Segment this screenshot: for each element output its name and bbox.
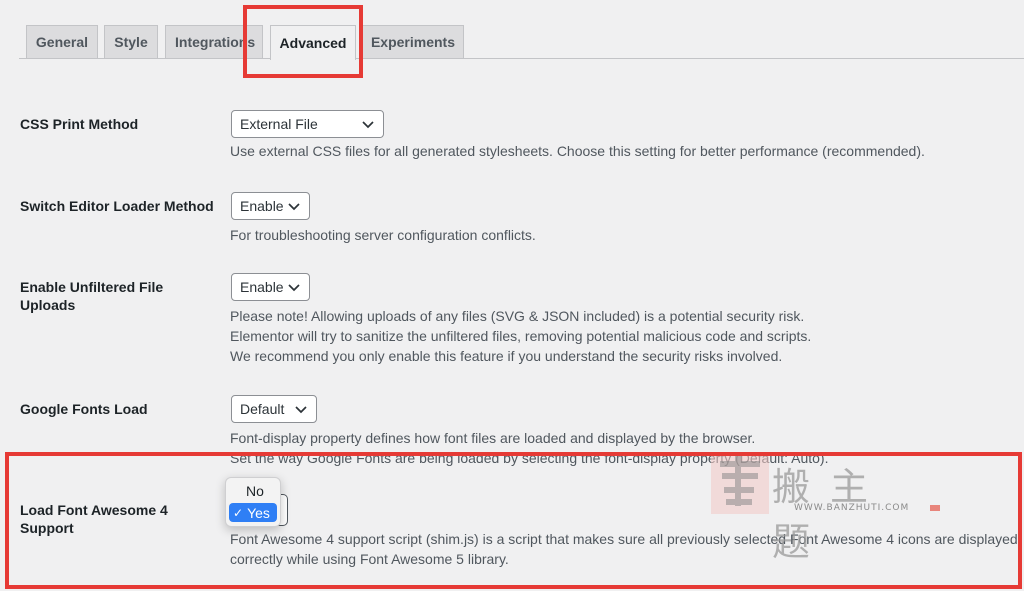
tab-experiments[interactable]: Experiments <box>362 25 464 58</box>
unfiltered-uploads-label-line1: Enable Unfiltered File <box>20 279 164 295</box>
unfiltered-uploads-description-3: We recommend you only enable this featur… <box>230 348 783 364</box>
unfiltered-uploads-select[interactable]: Enable <box>231 273 310 301</box>
css-print-method-description: Use external CSS files for all generated… <box>230 143 925 159</box>
font-awesome-label: Load Font Awesome 4 Support <box>20 501 210 537</box>
tab-advanced[interactable]: Advanced <box>270 25 356 60</box>
unfiltered-uploads-label-line2: Uploads <box>20 297 76 313</box>
google-fonts-value: Default <box>240 401 285 417</box>
editor-loader-select[interactable]: Enable <box>231 192 310 220</box>
chevron-down-icon <box>288 284 300 292</box>
google-fonts-label: Google Fonts Load <box>20 401 148 417</box>
option-yes-label: Yes <box>247 504 270 521</box>
unfiltered-uploads-value: Enable <box>240 279 284 295</box>
editor-loader-description: For troubleshooting server configuration… <box>230 227 536 243</box>
google-fonts-select[interactable]: Default <box>231 395 317 423</box>
settings-tabs: General Style Integrations Advanced Expe… <box>0 0 1024 61</box>
editor-loader-value: Enable <box>240 198 284 214</box>
watermark-dot <box>930 505 940 511</box>
google-fonts-description-1: Font-display property defines how font f… <box>230 430 756 446</box>
css-print-method-value: External File <box>240 116 318 132</box>
unfiltered-uploads-description-1: Please note! Allowing uploads of any fil… <box>230 308 805 324</box>
tab-integrations[interactable]: Integrations <box>165 25 263 58</box>
unfiltered-uploads-label: Enable Unfiltered File Uploads <box>20 278 210 314</box>
watermark-logo: 搬主题 WWW.BANZHUTI.COM <box>708 446 943 564</box>
tab-general[interactable]: General <box>26 25 98 58</box>
chevron-down-icon <box>295 406 307 414</box>
font-awesome-label-line2: Support <box>20 520 74 536</box>
watermark-url: WWW.BANZHUTI.COM <box>794 503 910 513</box>
font-awesome-dropdown-menu: No ✓ Yes <box>225 477 281 527</box>
chevron-down-icon <box>362 121 374 129</box>
chevron-down-icon <box>288 203 300 211</box>
css-print-method-select[interactable]: External File <box>231 110 384 138</box>
css-print-method-label: CSS Print Method <box>20 116 139 132</box>
font-awesome-description-2: correctly while using Font Awesome 5 lib… <box>230 551 509 567</box>
unfiltered-uploads-description-2: Elementor will try to sanitize the unfil… <box>230 328 812 344</box>
font-awesome-label-line1: Load Font Awesome 4 <box>20 502 168 518</box>
option-yes[interactable]: ✓ Yes <box>229 503 277 522</box>
option-no[interactable]: No <box>229 481 277 500</box>
checkmark-icon: ✓ <box>233 505 244 520</box>
tabs-divider <box>19 58 1024 59</box>
tab-style[interactable]: Style <box>104 25 158 58</box>
editor-loader-label: Switch Editor Loader Method <box>20 198 214 214</box>
